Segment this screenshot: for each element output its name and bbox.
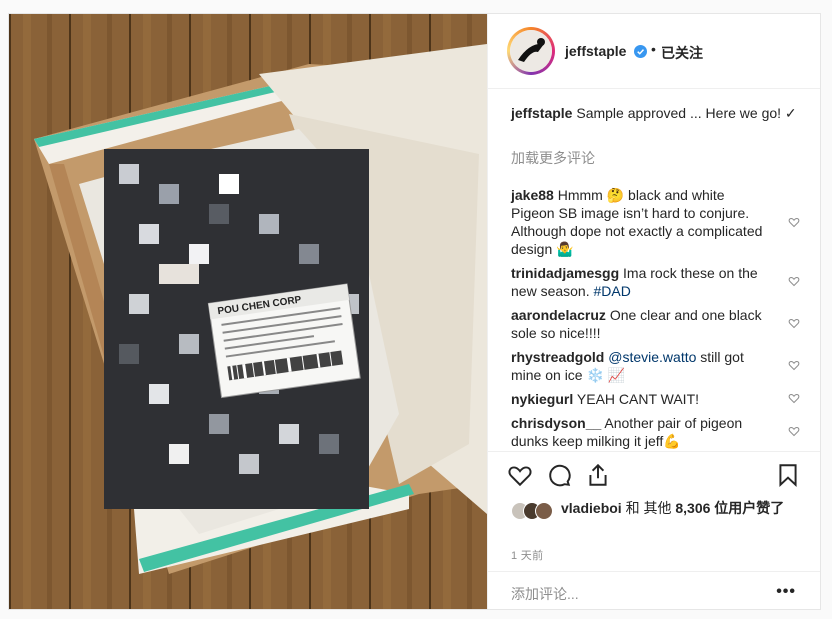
post-photo[interactable]: POU CHEN CORP (9, 14, 487, 609)
likes-count[interactable]: 8,306 (675, 500, 710, 516)
small-heart-icon[interactable] (788, 392, 800, 404)
likes-connector: 和 其他 (625, 500, 672, 516)
share-icon[interactable] (585, 462, 611, 488)
comment-username[interactable]: jake88 (511, 187, 554, 203)
post-caption: jeffstaple Sample approved ... Here we g… (511, 104, 801, 122)
comments-section: jeffstaple Sample approved ... Here we g… (488, 89, 820, 451)
avatar[interactable] (507, 27, 555, 75)
header-username[interactable]: jeffstaple (565, 43, 626, 59)
post-actions: vladieboi 和 其他 8,306 位用户赞了 1 天前 添加评论... … (488, 451, 820, 609)
post-header: jeffstaple • 已关注 (488, 14, 820, 89)
comment-item: aarondelacruz One clear and one black so… (511, 306, 771, 342)
small-heart-icon[interactable] (788, 216, 800, 228)
comment-item: chrisdyson__ Another pair of pigeon dunk… (511, 414, 771, 450)
small-heart-icon[interactable] (788, 425, 800, 437)
comment-username[interactable]: aarondelacruz (511, 307, 606, 323)
caption-text: Sample approved ... Here we go! ✓ (576, 105, 797, 121)
post-sidebar: jeffstaple • 已关注 jeffstaple Sample appro… (487, 14, 820, 609)
comment-item: trinidadjamesgg Ima rock these on the ne… (511, 264, 771, 300)
sneaker-box-photo: POU CHEN CORP (9, 14, 487, 609)
likes-suffix: 位用户赞了 (714, 500, 785, 516)
comment-hashtag-link[interactable]: #DAD (594, 283, 631, 299)
shipping-label: POU CHEN CORP (207, 283, 361, 399)
likes-summary: vladieboi 和 其他 8,306 位用户赞了 (511, 499, 801, 517)
add-comment-input[interactable]: 添加评论... (511, 584, 579, 604)
comment-item: rhystreadgold @stevie.watto still got mi… (511, 348, 771, 384)
add-comment-bar: 添加评论... ••• (488, 571, 820, 609)
comment-item: nykiegurl YEAH CANT WAIT! (511, 390, 771, 408)
more-options-icon[interactable]: ••• (776, 583, 796, 601)
comment-icon[interactable] (546, 462, 572, 488)
comment-username[interactable]: rhystreadgold (511, 349, 604, 365)
small-heart-icon[interactable] (788, 359, 800, 371)
verified-icon (634, 45, 647, 58)
comment-username[interactable]: chrisdyson__ (511, 415, 601, 431)
comment-username[interactable]: trinidadjamesgg (511, 265, 619, 281)
instagram-post: POU CHEN CORP jeffstaple • 已关注 jeffstapl… (8, 13, 821, 610)
comment-username[interactable]: nykiegurl (511, 391, 573, 407)
separator-dot: • (651, 41, 656, 57)
likes-username[interactable]: vladieboi (561, 500, 622, 516)
heart-icon[interactable] (507, 462, 533, 488)
small-heart-icon[interactable] (788, 317, 800, 329)
follow-status-button[interactable]: 已关注 (661, 43, 703, 63)
load-more-comments-button[interactable]: 加载更多评论 (511, 148, 595, 168)
post-timestamp[interactable]: 1 天前 (511, 547, 543, 563)
small-heart-icon[interactable] (788, 275, 800, 287)
comment-item: jake88 Hmmm 🤔 black and white Pigeon SB … (511, 186, 771, 258)
caption-username[interactable]: jeffstaple (511, 105, 572, 121)
comment-text: YEAH CANT WAIT! (576, 391, 700, 407)
comment-mention-link[interactable]: @stevie.watto (608, 349, 696, 365)
bookmark-icon[interactable] (775, 462, 801, 488)
avatar-image (510, 30, 552, 72)
